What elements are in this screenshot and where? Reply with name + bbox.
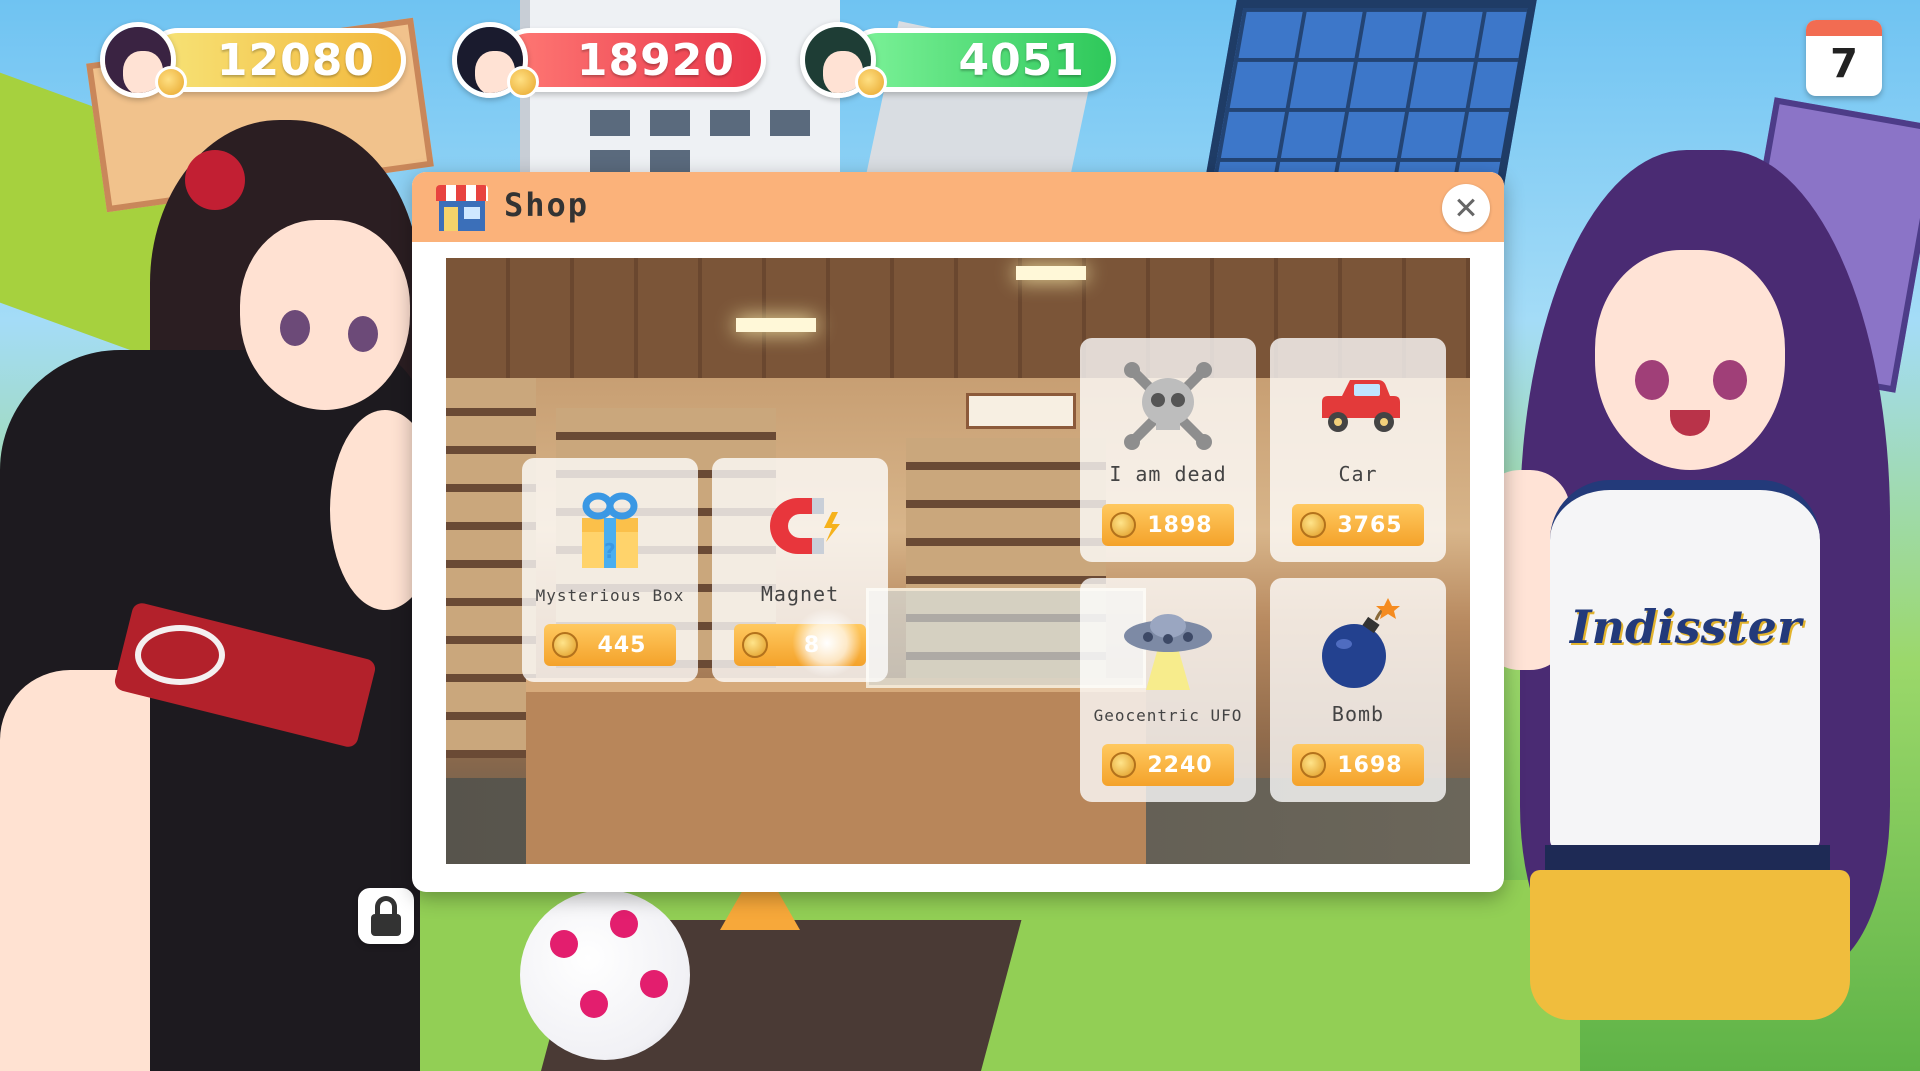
coin-icon bbox=[742, 632, 768, 658]
coin-icon bbox=[507, 66, 539, 98]
day-number: 7 bbox=[1830, 41, 1858, 87]
shop-item-mysterious-box[interactable]: ? Mysterious Box 445 bbox=[522, 458, 698, 682]
coin-icon bbox=[155, 66, 187, 98]
coin-icon bbox=[1300, 512, 1326, 538]
coin-icon bbox=[552, 632, 578, 658]
buy-button[interactable]: 445 bbox=[544, 624, 676, 666]
player-score-3: 4051 bbox=[800, 22, 1116, 98]
score-value: 18920 bbox=[576, 34, 735, 86]
shop-icon bbox=[436, 185, 488, 231]
buy-button[interactable]: 1698 bbox=[1292, 744, 1424, 786]
player-score-2: 18920 bbox=[452, 22, 766, 98]
ufo-icon bbox=[1124, 614, 1212, 690]
calendar-day-icon[interactable]: 7 bbox=[1806, 20, 1882, 96]
shop-dialog: Shop ? Mysterious Box 445 Magnet I am de… bbox=[412, 172, 1504, 892]
skull-crossbones-icon bbox=[1124, 362, 1212, 450]
magnet-icon bbox=[770, 498, 840, 554]
item-name: Bomb bbox=[1331, 702, 1385, 726]
score-value: 12080 bbox=[216, 34, 375, 86]
item-price: 1898 bbox=[1147, 512, 1213, 538]
buy-button[interactable]: 3765 bbox=[1292, 504, 1424, 546]
player-score-1: 12080 bbox=[100, 22, 406, 98]
gift-box-icon: ? bbox=[582, 492, 638, 568]
building bbox=[1203, 0, 1537, 190]
shop-item-bomb[interactable]: Bomb 1698 bbox=[1270, 578, 1446, 802]
shop-title: Shop bbox=[504, 186, 590, 224]
character-right: Indisster bbox=[1480, 110, 1920, 1071]
item-price: 1698 bbox=[1337, 752, 1403, 778]
item-name: Magnet bbox=[760, 582, 840, 606]
shop-item-geocentric-ufo[interactable]: Geocentric UFO 2240 bbox=[1080, 578, 1256, 802]
close-button[interactable] bbox=[1442, 184, 1490, 232]
shop-header: Shop bbox=[412, 172, 1504, 242]
store-interior-background: ? Mysterious Box 445 Magnet 8 bbox=[446, 258, 1470, 864]
item-name: Geocentric UFO bbox=[1093, 706, 1243, 725]
item-price: 445 bbox=[597, 632, 647, 658]
shop-item-car[interactable]: Car 3765 bbox=[1270, 338, 1446, 562]
shop-item-i-am-dead[interactable]: I am dead 1898 bbox=[1080, 338, 1256, 562]
score-value: 4051 bbox=[958, 34, 1085, 86]
jersey-logo: Indisster bbox=[1570, 600, 1802, 654]
item-name: I am dead bbox=[1109, 462, 1227, 486]
lock-button[interactable] bbox=[358, 888, 414, 944]
item-name: Mysterious Box bbox=[535, 586, 685, 605]
svg-text:?: ? bbox=[604, 539, 616, 563]
spotted-ball bbox=[520, 890, 690, 1060]
bomb-icon bbox=[1322, 598, 1400, 688]
coin-icon bbox=[855, 66, 887, 98]
item-price: 3765 bbox=[1337, 512, 1403, 538]
coin-icon bbox=[1110, 512, 1136, 538]
item-price: 2240 bbox=[1147, 752, 1213, 778]
buy-button[interactable]: 1898 bbox=[1102, 504, 1234, 546]
item-name: Car bbox=[1338, 462, 1378, 486]
coin-icon bbox=[1110, 752, 1136, 778]
buy-button[interactable]: 2240 bbox=[1102, 744, 1234, 786]
shop-item-magnet[interactable]: Magnet 8 bbox=[712, 458, 888, 682]
coin-icon bbox=[1300, 752, 1326, 778]
car-icon bbox=[1322, 380, 1400, 432]
